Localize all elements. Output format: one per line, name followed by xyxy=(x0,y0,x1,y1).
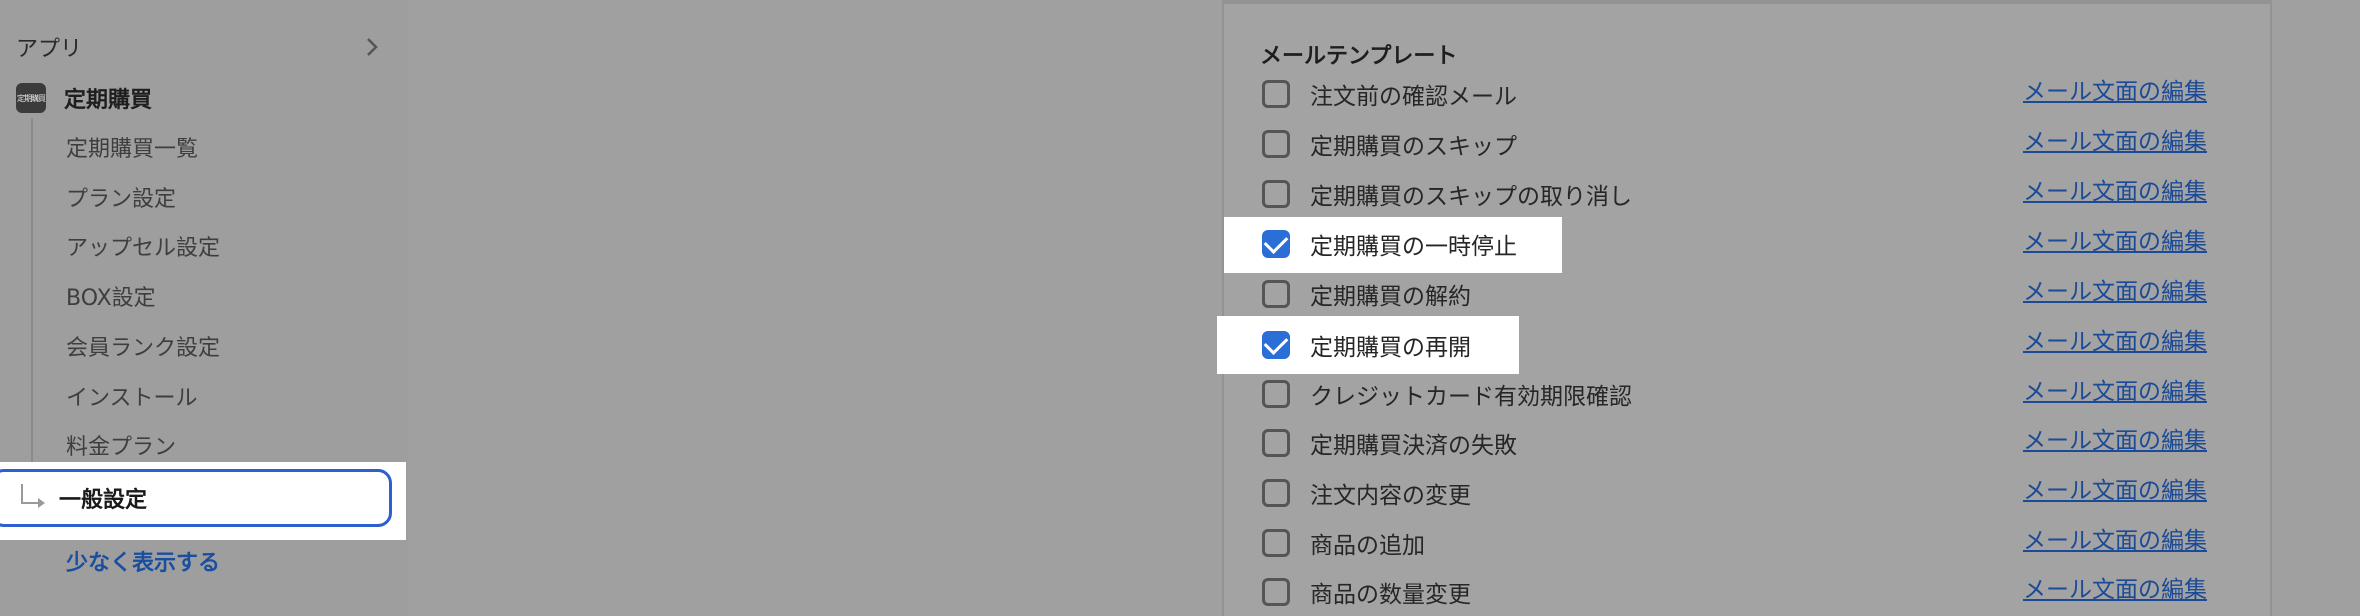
sidebar-item-box-settings[interactable]: BOX設定 xyxy=(66,279,156,313)
template-checkbox[interactable] xyxy=(1262,529,1290,557)
template-row: 定期購買の解約 xyxy=(1262,274,1471,314)
sidebar-item-member-rank-settings[interactable]: 会員ランク設定 xyxy=(66,329,220,363)
sidebar-item-label: 一般設定 xyxy=(59,488,148,513)
template-row: 定期購買の一時停止 xyxy=(1262,224,1517,264)
template-checkbox[interactable] xyxy=(1262,280,1290,308)
template-checkbox[interactable] xyxy=(1262,578,1290,606)
template-row: 注文内容の変更 xyxy=(1262,473,1471,513)
template-label: クレジットカード有効期限確認 xyxy=(1310,384,1632,410)
template-checkbox[interactable] xyxy=(1262,380,1290,408)
edit-email-link[interactable]: メール文面の編集 xyxy=(2023,222,2207,256)
template-row: クレジットカード有効期限確認 xyxy=(1262,374,1632,414)
apps-section-label: アプリ xyxy=(16,37,83,62)
sidebar-item-upsell-settings[interactable]: アップセル設定 xyxy=(66,229,220,263)
app-subscription[interactable]: 定期購買 定期購買 xyxy=(16,80,152,116)
template-label: 定期購買の解約 xyxy=(1310,284,1471,310)
sidebar-item-plan-settings[interactable]: プラン設定 xyxy=(66,180,176,214)
template-label: 注文内容の変更 xyxy=(1310,483,1471,509)
show-less-link[interactable]: 少なく表示する xyxy=(66,544,220,578)
chevron-right-icon[interactable] xyxy=(362,37,382,57)
section-title: メールテンプレート xyxy=(1260,44,1458,69)
edit-email-link[interactable]: メール文面の編集 xyxy=(2023,372,2207,406)
active-item-highlight: 一般設定 xyxy=(0,462,406,540)
app-title: 定期購買 xyxy=(64,88,153,113)
template-label: 定期購買のスキップ xyxy=(1310,134,1517,160)
template-row: 商品の追加 xyxy=(1262,523,1425,563)
sidebar: アプリ 定期購買 定期購買 定期購買一覧 プラン設定 アップセル設定 BOX設定… xyxy=(0,0,408,616)
edit-email-link[interactable]: メール文面の編集 xyxy=(2023,570,2207,604)
sidebar-item-pricing-plan[interactable]: 料金プラン xyxy=(66,428,176,462)
template-checkbox[interactable] xyxy=(1262,80,1290,108)
template-row: 定期購買決済の失敗 xyxy=(1262,423,1517,463)
template-checkbox-checked[interactable] xyxy=(1262,329,1290,359)
template-label: 定期購買決済の失敗 xyxy=(1310,433,1517,459)
sidebar-item-subscription-list[interactable]: 定期購買一覧 xyxy=(66,130,198,164)
divider xyxy=(1224,0,2270,4)
sidebar-item-general-settings[interactable]: 一般設定 xyxy=(0,469,392,527)
template-label: 商品の数量変更 xyxy=(1310,582,1471,608)
check-icon xyxy=(1263,228,1289,254)
edit-email-link[interactable]: メール文面の編集 xyxy=(2023,172,2207,206)
edit-email-link[interactable]: メール文面の編集 xyxy=(2023,272,2207,306)
template-label: 注文前の確認メール xyxy=(1310,84,1517,110)
template-label: 定期購買の一時停止 xyxy=(1310,234,1517,260)
edit-email-link[interactable]: メール文面の編集 xyxy=(2023,421,2207,455)
template-row: 定期購買の再開 xyxy=(1262,325,1471,365)
edit-email-link[interactable]: メール文面の編集 xyxy=(2023,322,2207,356)
template-label: 定期購買のスキップの取り消し xyxy=(1310,184,1632,210)
template-checkbox[interactable] xyxy=(1262,429,1290,457)
app-icon: 定期購買 xyxy=(16,83,46,113)
tree-elbow-icon xyxy=(21,484,45,508)
check-icon xyxy=(1263,329,1289,355)
edit-email-link[interactable]: メール文面の編集 xyxy=(2023,122,2207,156)
template-row: 注文前の確認メール xyxy=(1262,74,1517,114)
template-label: 商品の追加 xyxy=(1310,533,1425,559)
edit-email-link[interactable]: メール文面の編集 xyxy=(2023,521,2207,555)
template-checkbox[interactable] xyxy=(1262,479,1290,507)
tree-line xyxy=(31,118,33,504)
edit-email-link[interactable]: メール文面の編集 xyxy=(2023,72,2207,106)
template-row: 商品の数量変更 xyxy=(1262,572,1471,612)
sidebar-item-install[interactable]: インストール xyxy=(66,379,198,413)
template-checkbox[interactable] xyxy=(1262,180,1290,208)
apps-section-header[interactable]: アプリ xyxy=(16,30,382,64)
template-row: 定期購買のスキップ xyxy=(1262,124,1517,164)
template-row: 定期購買のスキップの取り消し xyxy=(1262,174,1632,214)
template-label: 定期購買の再開 xyxy=(1310,335,1471,361)
template-checkbox[interactable] xyxy=(1262,130,1290,158)
edit-email-link[interactable]: メール文面の編集 xyxy=(2023,471,2207,505)
template-checkbox-checked[interactable] xyxy=(1262,228,1290,258)
